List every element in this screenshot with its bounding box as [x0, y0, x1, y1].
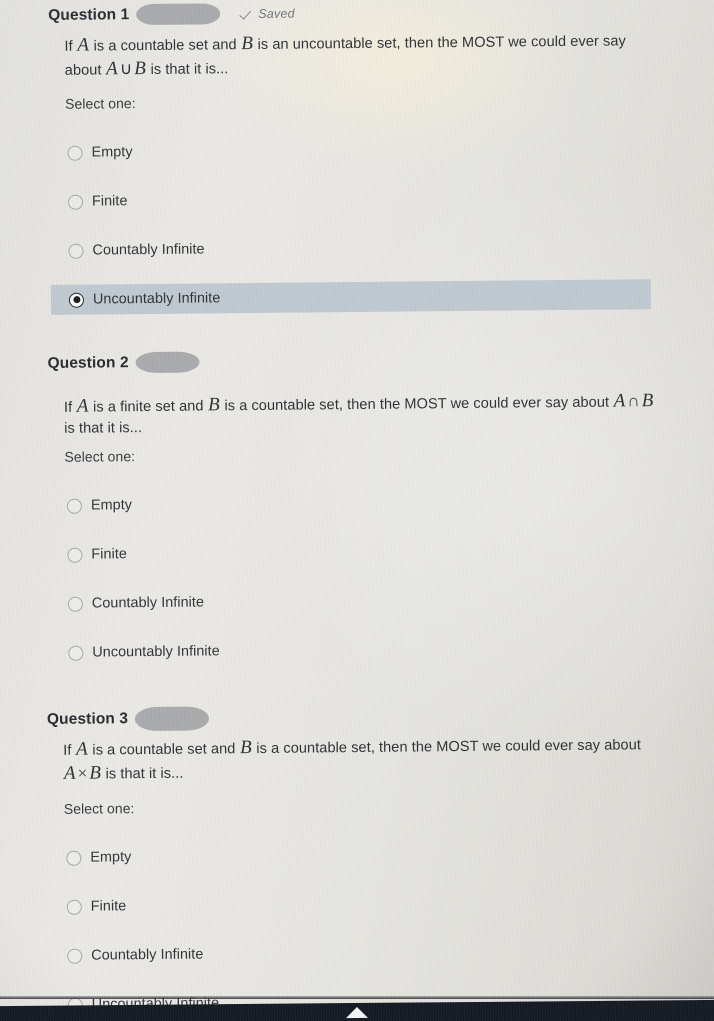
question-1-select-one-label: Select one: — [64, 95, 136, 112]
option-row[interactable]: Countably Infinite — [50, 587, 220, 619]
question-text-run: If — [63, 742, 76, 759]
question-2-options: Empty Finite Countably Infinite Uncountably… — [49, 489, 220, 687]
question-text-run: is that it is... — [146, 60, 229, 78]
math-variable: A — [76, 395, 89, 417]
radio-button[interactable] — [68, 645, 84, 661]
quiz-page: Question 1 Saved If A is a countable set… — [0, 0, 714, 1021]
option-label: Finite — [91, 546, 127, 563]
option-row[interactable]: Empty — [48, 841, 218, 873]
question-text-run: is a countable set, then the MOST we cou… — [252, 737, 642, 758]
question-block-2: Question 2 If A is a finite set and B is… — [0, 345, 713, 661]
question-1-number: Question 1 — [48, 5, 130, 24]
question-3-header: Question 3 — [46, 706, 210, 732]
question-3-number: Question 3 — [46, 710, 129, 728]
question-text-run: is a finite set and — [88, 398, 208, 416]
question-text-run: is a countable set, then the MOST we cou… — [220, 394, 614, 415]
question-2-redaction — [135, 351, 200, 374]
option-row[interactable]: Countably Infinite — [50, 230, 650, 266]
math-variable: B — [241, 32, 254, 55]
math-operator: ∩ — [627, 391, 640, 411]
question-3-options: EmptyFiniteCountably InfiniteUncountably… — [48, 841, 219, 1021]
option-row[interactable]: Uncountably Infinite — [50, 279, 652, 315]
math-operator: × — [77, 763, 88, 783]
option-row[interactable]: Finite — [50, 181, 650, 217]
question-3-select-one-label: Select one: — [63, 800, 135, 817]
radio-button[interactable] — [67, 547, 83, 563]
math-variable: A — [75, 738, 88, 760]
radio-button[interactable] — [67, 145, 83, 161]
question-1-options: Empty Finite Countably Infinite Uncountably… — [49, 132, 652, 334]
check-icon — [241, 7, 253, 19]
saved-label: Saved — [258, 6, 295, 21]
math-variable: B — [89, 762, 102, 784]
radio-button[interactable] — [67, 596, 83, 612]
question-2-text: If A is a finite set and B is a countabl… — [64, 389, 656, 440]
radio-button[interactable] — [67, 948, 83, 964]
option-label: Countably Infinite — [92, 241, 205, 259]
chevron-up-icon[interactable] — [345, 1006, 369, 1019]
option-row[interactable]: Uncountably Infinite — [50, 636, 220, 668]
option-label: Uncountably Infinite — [92, 643, 220, 661]
math-operator: ∪ — [119, 58, 133, 78]
question-text-run: is that it is... — [101, 765, 184, 783]
math-variable: B — [641, 390, 654, 412]
option-label: Empty — [90, 497, 133, 514]
question-1-redaction — [136, 3, 221, 26]
option-label: Empty — [90, 849, 132, 866]
question-2-header: Question 2 — [47, 351, 200, 374]
question-1-text: If A is a countable set and B is an unco… — [64, 30, 646, 81]
option-label: Countably Infinite — [91, 946, 204, 964]
option-row[interactable]: Countably Infinite — [49, 939, 219, 971]
question-text-run: is a countable set and — [88, 741, 240, 759]
option-row[interactable]: Empty — [49, 489, 219, 521]
math-variable: B — [239, 737, 252, 759]
math-variable: B — [134, 57, 147, 79]
screen-bottom-edge — [0, 996, 714, 999]
radio-button-selected[interactable] — [68, 292, 85, 308]
question-1-header: Question 1 Saved — [48, 3, 295, 26]
question-block-3: Question 3 If A is a countable set and B… — [3, 700, 714, 1013]
option-row[interactable]: Finite — [49, 890, 219, 922]
option-label: Countably Infinite — [91, 594, 205, 612]
radio-button[interactable] — [66, 498, 82, 514]
option-label: Empty — [91, 144, 133, 161]
option-label: Finite — [91, 193, 128, 210]
option-label: Finite — [90, 898, 127, 915]
question-text-run: is that it is... — [64, 420, 143, 437]
math-variable: A — [77, 34, 90, 56]
radio-button[interactable] — [66, 850, 82, 866]
question-2-select-one-label: Select one: — [64, 448, 136, 465]
math-variable: A — [106, 58, 118, 80]
option-row[interactable]: Finite — [49, 538, 219, 570]
radio-button[interactable] — [66, 899, 82, 915]
question-text-run: If — [63, 399, 77, 416]
question-text-run: If — [64, 38, 77, 55]
math-variable: A — [63, 762, 76, 784]
math-variable: B — [208, 394, 220, 416]
question-3-redaction — [134, 706, 210, 732]
option-row[interactable]: Empty — [49, 132, 649, 168]
radio-button[interactable] — [68, 243, 84, 259]
question-2-number: Question 2 — [47, 353, 129, 372]
radio-button[interactable] — [67, 194, 84, 210]
question-1-saved-status: Saved — [241, 6, 295, 21]
math-variable: A — [613, 390, 626, 412]
option-label: Uncountably Infinite — [92, 290, 221, 308]
question-3-text: If A is a countable set and B is a count… — [63, 734, 659, 786]
question-text-run: is a countable set and — [89, 37, 241, 55]
